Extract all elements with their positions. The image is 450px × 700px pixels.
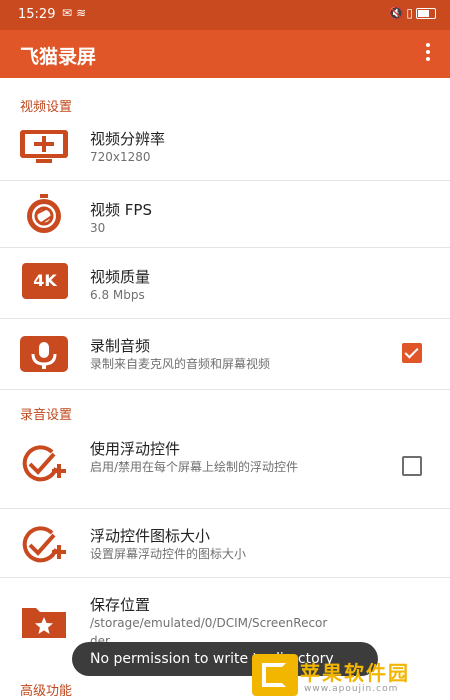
mute-icon: 🔇 (388, 6, 407, 20)
watermark-logo-icon (252, 654, 298, 696)
app-bar: 飞猫录屏 (0, 30, 450, 78)
setting-title: 视频分辨率 (90, 130, 166, 148)
battery-icon (416, 8, 436, 19)
status-bar: 15:29 ✉≋ 🔇▯ (0, 0, 450, 30)
monitor-add-icon (20, 130, 68, 163)
app-title: 飞猫录屏 (20, 46, 97, 68)
camera-shutter-icon (27, 194, 61, 233)
setting-row-resolution[interactable]: 视频分辨率 720x1280 (0, 114, 450, 181)
section-header-advanced: 高级功能 (20, 684, 73, 699)
setting-description: 设置屏幕浮动控件的图标大小 (90, 547, 247, 561)
setting-title: 保存位置 (90, 596, 151, 614)
setting-title: 视频 FPS (90, 201, 152, 219)
section-header-video: 视频设置 (20, 100, 73, 115)
setting-title: 使用浮动控件 (90, 440, 181, 458)
mail-icon: ✉ (62, 6, 77, 20)
status-time: 15:29 (18, 7, 56, 22)
setting-value: 6.8 Mbps (90, 288, 145, 302)
floating-widget-checkbox[interactable] (402, 456, 422, 476)
microphone-icon (20, 336, 68, 372)
setting-row-floating-widget[interactable]: 使用浮动控件 启用/禁用在每个屏幕上绘制的浮动控件 (0, 424, 450, 509)
setting-description: 录制来自麦克风的音频和屏幕视频 (90, 357, 271, 371)
check-add-icon (22, 445, 66, 482)
status-left-icons: ✉≋ (62, 6, 90, 20)
setting-row-widget-icon-size[interactable]: 浮动控件图标大小 设置屏幕浮动控件的图标大小 (0, 509, 450, 578)
setting-row-quality[interactable]: 4K 视频质量 6.8 Mbps (0, 248, 450, 319)
watermark-url: www.apoujin.com (304, 684, 399, 694)
vibrate-icon: ▯ (406, 6, 416, 20)
folder-star-icon (22, 608, 66, 638)
4k-icon: 4K (22, 263, 68, 299)
wifi-icon: ≋ (76, 6, 91, 20)
section-header-audio: 录音设置 (20, 408, 73, 423)
watermark-text: 苹果软件园 (300, 661, 410, 685)
status-right-icons: 🔇▯ (388, 6, 436, 20)
setting-value: 720x1280 (90, 150, 151, 164)
more-options-icon[interactable] (424, 41, 432, 65)
setting-row-fps[interactable]: 视频 FPS 30 (0, 181, 450, 248)
setting-title: 视频质量 (90, 268, 151, 286)
setting-row-record-audio[interactable]: 录制音频 录制来自麦克风的音频和屏幕视频 (0, 319, 450, 390)
setting-title: 录制音频 (90, 337, 151, 355)
check-add-icon (22, 526, 66, 563)
setting-title: 浮动控件图标大小 (90, 527, 211, 545)
setting-value: 30 (90, 221, 106, 235)
setting-description: 启用/禁用在每个屏幕上绘制的浮动控件 (90, 460, 299, 474)
record-audio-checkbox[interactable] (402, 343, 422, 363)
